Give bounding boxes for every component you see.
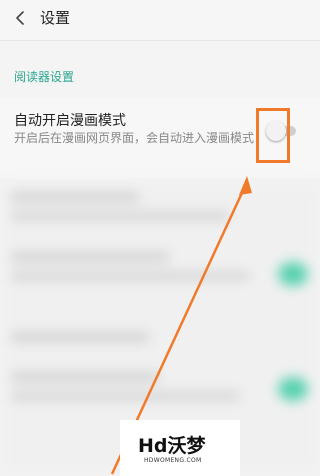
watermark-logo: Hd沃梦 HDWOMENG.COM — [120, 420, 240, 476]
watermark-text: Hd沃梦 — [138, 435, 206, 457]
setting-description: 开启后在漫画网页界面，会自动进入漫画模式 — [14, 131, 255, 145]
section-header-reader-settings: 阅读器设置 — [14, 70, 75, 84]
blurred-text-line — [10, 192, 140, 202]
blurred-toggle-icon — [278, 262, 308, 286]
setting-title: 自动开启漫画模式 — [14, 113, 126, 129]
annotation-highlight-box — [256, 108, 290, 163]
blurred-text-line — [10, 212, 230, 220]
page-title: 设置 — [40, 9, 71, 27]
back-arrow-icon[interactable] — [12, 9, 30, 27]
watermark-subtext: HDWOMENG.COM — [144, 457, 202, 464]
top-bar: 设置 — [0, 0, 320, 40]
blurred-text-line — [10, 372, 160, 382]
blurred-text-line — [10, 272, 250, 280]
blurred-text-line — [10, 332, 150, 342]
header-divider — [0, 40, 320, 41]
blurred-text-line — [10, 252, 170, 262]
blurred-text-line — [10, 392, 240, 400]
blurred-toggle-icon — [278, 377, 308, 401]
settings-screen: 设置 阅读器设置 自动开启漫画模式 开启后在漫画网页界面，会自动进入漫画模式 H… — [0, 0, 320, 476]
